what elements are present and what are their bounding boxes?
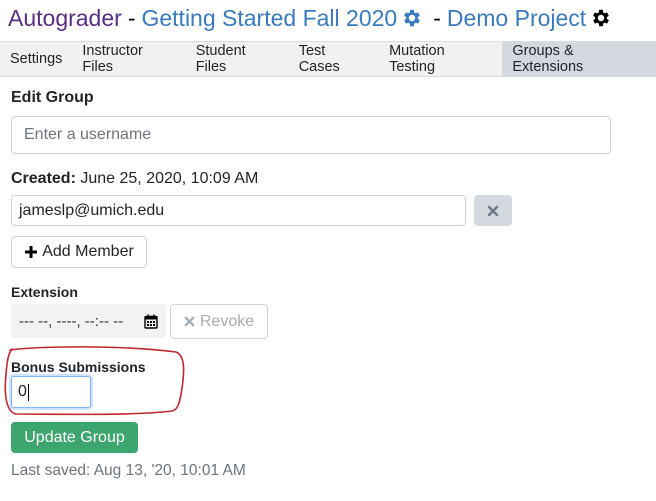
close-icon [487, 205, 499, 216]
tab-student-files[interactable]: Student Files [186, 42, 289, 76]
remove-member-button[interactable] [474, 195, 512, 226]
extension-label: Extension [11, 284, 78, 300]
tab-test-cases[interactable]: Test Cases [289, 42, 379, 76]
plus-icon [25, 246, 38, 258]
add-member-label: Add Member [42, 243, 134, 260]
header-separator: - [127, 4, 136, 31]
page-header: Autograder - Getting Started Fall 2020 -… [8, 2, 616, 34]
member-email-field[interactable]: jameslp@umich.edu [11, 195, 466, 226]
project-gear-icon[interactable] [590, 7, 612, 29]
update-group-button[interactable]: Update Group [11, 422, 138, 453]
app-name[interactable]: Autograder [8, 5, 122, 32]
tab-settings[interactable]: Settings [0, 42, 72, 76]
username-input[interactable]: Enter a username [11, 116, 611, 154]
created-line: Created: June 25, 2020, 10:09 AM [11, 170, 258, 188]
close-icon [184, 316, 195, 327]
extension-datetime-input[interactable]: --- --, ----, --:-- -- [11, 304, 166, 338]
created-label: Created: [11, 170, 76, 187]
username-placeholder: Enter a username [24, 126, 152, 143]
tab-groups-extensions[interactable]: Groups & Extensions [502, 42, 656, 76]
bonus-submissions-value: 0 [18, 383, 27, 400]
member-email-value: jameslp@umich.edu [19, 201, 165, 219]
tab-mutation-testing[interactable]: Mutation Testing [379, 42, 502, 76]
project-name[interactable]: Demo Project [447, 5, 586, 32]
bonus-submissions-label: Bonus Submissions [11, 359, 146, 375]
course-gear-icon[interactable] [401, 7, 423, 29]
bonus-submissions-input[interactable]: 0 [11, 376, 91, 408]
tab-bar: Settings Instructor Files Student Files … [0, 41, 656, 77]
header-separator: - [433, 4, 441, 31]
course-name[interactable]: Getting Started Fall 2020 [141, 5, 397, 32]
last-saved-text: Last saved: Aug 13, '20, 10:01 AM [11, 462, 246, 479]
text-cursor [27, 383, 29, 401]
tab-instructor-files[interactable]: Instructor Files [72, 42, 185, 76]
revoke-button[interactable]: Revoke [170, 304, 268, 339]
calendar-icon[interactable] [144, 314, 158, 329]
edit-group-title: Edit Group [11, 89, 94, 106]
add-member-button[interactable]: Add Member [11, 236, 147, 268]
created-value: June 25, 2020, 10:09 AM [80, 170, 259, 187]
extension-datetime-value: --- --, ----, --:-- -- [19, 312, 124, 330]
revoke-label: Revoke [199, 312, 255, 330]
